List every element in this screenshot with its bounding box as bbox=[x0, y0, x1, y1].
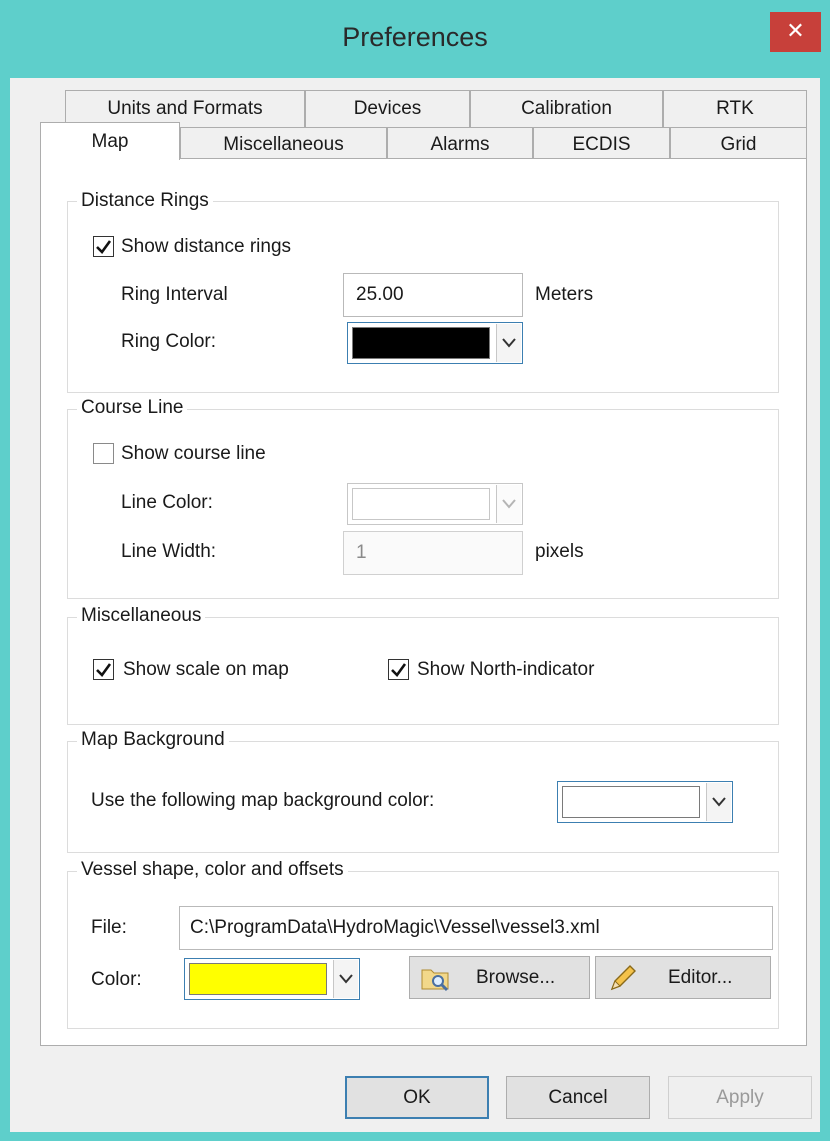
close-button[interactable]: ✕ bbox=[770, 12, 821, 52]
group-title-course-line: Course Line bbox=[77, 397, 188, 419]
tab-alarms[interactable]: Alarms bbox=[387, 127, 533, 160]
ring-color-swatch bbox=[352, 327, 490, 359]
map-background-dropdown-button[interactable] bbox=[706, 783, 731, 821]
vessel-file-label: File: bbox=[91, 917, 127, 938]
ring-color-label: Ring Color: bbox=[121, 331, 217, 352]
ring-color-dropdown[interactable] bbox=[347, 322, 523, 364]
tab-panel-map: Distance Rings Show distance rings Ring … bbox=[40, 158, 807, 1046]
ring-interval-label: Ring Interval bbox=[121, 284, 228, 305]
tab-rtk[interactable]: RTK bbox=[663, 90, 807, 128]
chevron-down-icon bbox=[502, 499, 516, 509]
vessel-color-swatch bbox=[189, 963, 327, 995]
show-scale-checkbox[interactable] bbox=[93, 659, 114, 680]
show-scale-label[interactable]: Show scale on map bbox=[123, 659, 289, 681]
line-color-label: Line Color: bbox=[121, 492, 213, 513]
group-vessel bbox=[67, 871, 779, 1029]
chevron-down-icon bbox=[712, 797, 726, 807]
show-north-indicator-checkbox[interactable] bbox=[388, 659, 409, 680]
tab-ecdis[interactable]: ECDIS bbox=[533, 127, 670, 160]
checkmark-icon bbox=[391, 663, 407, 677]
vessel-file-input[interactable]: C:\ProgramData\HydroMagic\Vessel\vessel3… bbox=[179, 906, 773, 950]
group-title-map-background: Map Background bbox=[77, 729, 229, 751]
group-title-miscellaneous: Miscellaneous bbox=[77, 605, 206, 627]
preferences-window: Preferences ✕ Units and Formats Devices … bbox=[0, 0, 830, 1141]
checkmark-icon bbox=[96, 663, 112, 677]
title-bar[interactable]: Preferences ✕ bbox=[0, 0, 830, 78]
close-icon[interactable]: ✕ bbox=[786, 19, 804, 44]
tab-map[interactable]: Map bbox=[40, 122, 180, 160]
ring-interval-unit: Meters bbox=[535, 284, 594, 305]
browse-button[interactable]: Browse... bbox=[409, 956, 590, 999]
vessel-color-dropdown-button[interactable] bbox=[333, 960, 358, 998]
vessel-color-label: Color: bbox=[91, 969, 142, 990]
map-background-label: Use the following map background color: bbox=[91, 790, 435, 811]
chevron-down-icon bbox=[502, 338, 516, 348]
line-width-label: Line Width: bbox=[121, 541, 217, 562]
window-title: Preferences bbox=[342, 22, 488, 52]
cancel-button[interactable]: Cancel bbox=[506, 1076, 650, 1119]
checkmark-icon bbox=[96, 240, 112, 254]
apply-button[interactable]: Apply bbox=[668, 1076, 812, 1119]
map-background-color-swatch bbox=[562, 786, 700, 818]
show-distance-rings-label[interactable]: Show distance rings bbox=[121, 236, 291, 258]
chevron-down-icon bbox=[339, 974, 353, 984]
map-background-color-dropdown[interactable] bbox=[557, 781, 733, 823]
line-width-unit: pixels bbox=[535, 541, 584, 562]
pencil-icon bbox=[610, 965, 636, 991]
show-distance-rings-checkbox[interactable] bbox=[93, 236, 114, 257]
show-north-indicator-label[interactable]: Show North-indicator bbox=[417, 659, 594, 681]
ok-button[interactable]: OK bbox=[345, 1076, 489, 1119]
line-width-input[interactable]: 1 bbox=[343, 531, 523, 575]
tab-calibration[interactable]: Calibration bbox=[470, 90, 663, 128]
line-color-swatch bbox=[352, 488, 490, 520]
folder-search-icon bbox=[421, 969, 449, 992]
vessel-color-dropdown[interactable] bbox=[184, 958, 360, 1000]
line-color-dropdown[interactable] bbox=[347, 483, 523, 525]
tab-miscellaneous[interactable]: Miscellaneous bbox=[180, 127, 387, 160]
tab-grid[interactable]: Grid bbox=[670, 127, 807, 160]
show-course-line-checkbox[interactable] bbox=[93, 443, 114, 464]
ring-interval-input[interactable]: 25.00 bbox=[343, 273, 523, 317]
line-color-dropdown-button[interactable] bbox=[496, 485, 521, 523]
ring-color-dropdown-button[interactable] bbox=[496, 324, 521, 362]
group-title-distance-rings: Distance Rings bbox=[77, 190, 213, 212]
tab-devices[interactable]: Devices bbox=[305, 90, 470, 128]
editor-button[interactable]: Editor... bbox=[595, 956, 771, 999]
show-course-line-label[interactable]: Show course line bbox=[121, 443, 266, 465]
group-title-vessel: Vessel shape, color and offsets bbox=[77, 859, 348, 881]
